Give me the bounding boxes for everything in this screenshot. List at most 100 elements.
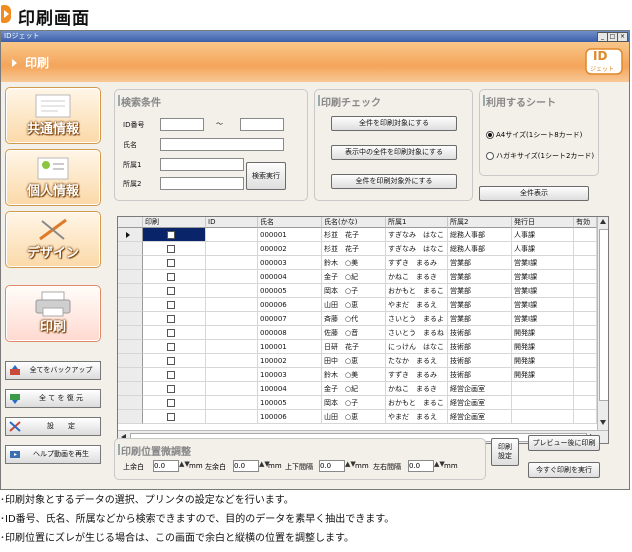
cell-issue-date[interactable]: 開発課 [512, 340, 574, 354]
cell-name[interactable]: 100006 [258, 410, 322, 424]
nav-design[interactable]: デザイン [5, 211, 101, 268]
cell-dept1[interactable]: すぎなみ はなこ [386, 242, 448, 256]
table-row[interactable]: 100003 鈴木 ○美 すずき まるみ 技術部 開発課 [118, 368, 597, 382]
cell-dept2[interactable]: 営業部 [448, 298, 512, 312]
cell-kana[interactable]: 金子 ○紀 [322, 270, 386, 284]
print-checkbox[interactable] [167, 413, 175, 421]
cell-name[interactable]: 100004 [258, 382, 322, 396]
table-row[interactable]: 000002 杉並 花子 すぎなみ はなこ 総務人事部 人事課 [118, 242, 597, 256]
cell-print[interactable] [143, 326, 206, 340]
cell-id[interactable] [206, 270, 258, 284]
cell-dept1[interactable]: やまだ まるえ [386, 410, 448, 424]
row-header[interactable] [118, 354, 143, 368]
table-row[interactable]: 000004 金子 ○紀 かねこ まるき 営業部 営業Ⅰ課 [118, 270, 597, 284]
cell-issue-date[interactable]: 開発課 [512, 326, 574, 340]
print-checkbox[interactable] [167, 287, 175, 295]
cell-id[interactable] [206, 368, 258, 382]
cell-name[interactable]: 000001 [258, 228, 322, 242]
cell-name[interactable]: 000002 [258, 242, 322, 256]
cell-name[interactable]: 100002 [258, 354, 322, 368]
cell-dept1[interactable]: やまだ まるえ [386, 298, 448, 312]
cell-valid[interactable] [574, 228, 597, 242]
cell-dept2[interactable]: 経営企画室 [448, 382, 512, 396]
print-checkbox[interactable] [167, 259, 175, 267]
a4-radio[interactable] [486, 131, 494, 139]
cell-dept2[interactable]: 営業部 [448, 270, 512, 284]
table-row[interactable]: 000008 佐藤 ○音 さいとう まるね 技術部 開発課 [118, 326, 597, 340]
print-checkbox[interactable] [167, 385, 175, 393]
cell-name[interactable]: 000008 [258, 326, 322, 340]
preview-print-button[interactable]: プレビュー後に印刷 [528, 435, 600, 451]
cell-dept1[interactable]: かねこ まるき [386, 270, 448, 284]
cell-issue-date[interactable]: 開発課 [512, 354, 574, 368]
print-checkbox[interactable] [167, 329, 175, 337]
cell-kana[interactable]: 岡本 ○子 [322, 284, 386, 298]
restore-all-button[interactable]: 全 て を 復 元 [5, 389, 101, 408]
cell-kana[interactable]: 田中 ○恵 [322, 354, 386, 368]
cell-id[interactable] [206, 340, 258, 354]
cell-print[interactable] [143, 270, 206, 284]
cell-issue-date[interactable]: 営業Ⅰ課 [512, 270, 574, 284]
print-checkbox[interactable] [167, 357, 175, 365]
cell-kana[interactable]: 佐藤 ○音 [322, 326, 386, 340]
search-run-button[interactable]: 検索実行 [246, 162, 286, 190]
cell-id[interactable] [206, 396, 258, 410]
print-checkbox[interactable] [167, 273, 175, 281]
nav-personal-info[interactable]: 個人情報 [5, 149, 101, 206]
cell-id[interactable] [206, 242, 258, 256]
cell-kana[interactable]: 杉並 花子 [322, 242, 386, 256]
hgap-input[interactable]: 0.0 [408, 460, 434, 472]
cell-dept2[interactable]: 営業部 [448, 312, 512, 326]
print-settings-button[interactable]: 印刷 設定 [491, 438, 519, 466]
cell-id[interactable] [206, 284, 258, 298]
cell-print[interactable] [143, 340, 206, 354]
vertical-scrollbar[interactable] [597, 217, 608, 430]
cell-issue-date[interactable] [512, 382, 574, 396]
cell-valid[interactable] [574, 410, 597, 424]
cell-kana[interactable]: 鈴木 ○美 [322, 368, 386, 382]
cell-dept1[interactable]: たなか まるえ [386, 354, 448, 368]
table-row[interactable]: 100004 金子 ○紀 かねこ まるき 経営企画室 [118, 382, 597, 396]
cell-dept2[interactable]: 経営企画室 [448, 410, 512, 424]
left-margin-input[interactable]: 0.0 [233, 460, 259, 472]
cell-dept1[interactable]: すずき まるみ [386, 368, 448, 382]
table-row[interactable]: 000005 岡本 ○子 おかもと まるこ 営業部 営業Ⅰ課 [118, 284, 597, 298]
cell-print[interactable] [143, 256, 206, 270]
cell-print[interactable] [143, 410, 206, 424]
print-now-button[interactable]: 今すぐ印刷を実行 [528, 462, 600, 478]
table-row[interactable]: 100006 山田 ○恵 やまだ まるえ 経営企画室 [118, 410, 597, 424]
col-header-valid[interactable]: 有効 [574, 217, 597, 228]
cell-issue-date[interactable]: 営業Ⅰ課 [512, 298, 574, 312]
table-row[interactable]: 000007 斉藤 ○代 さいとう まるよ 営業部 営業Ⅰ課 [118, 312, 597, 326]
cell-dept1[interactable]: にっけん はなこ [386, 340, 448, 354]
cell-kana[interactable]: 鈴木 ○美 [322, 256, 386, 270]
nav-print[interactable]: 印刷 [5, 285, 101, 342]
close-button[interactable]: × [617, 32, 628, 42]
cell-kana[interactable]: 斉藤 ○代 [322, 312, 386, 326]
cell-valid[interactable] [574, 382, 597, 396]
cell-kana[interactable]: 日研 花子 [322, 340, 386, 354]
cell-valid[interactable] [574, 326, 597, 340]
print-checkbox[interactable] [167, 343, 175, 351]
row-header[interactable] [118, 368, 143, 382]
postcard-radio[interactable] [486, 152, 494, 160]
cell-print[interactable] [143, 368, 206, 382]
cell-valid[interactable] [574, 270, 597, 284]
cell-dept2[interactable]: 技術部 [448, 354, 512, 368]
cell-dept2[interactable]: 総務人事部 [448, 242, 512, 256]
cell-kana[interactable]: 山田 ○恵 [322, 410, 386, 424]
scroll-thumb[interactable] [599, 229, 608, 401]
cell-valid[interactable] [574, 396, 597, 410]
table-row[interactable]: 000006 山田 ○恵 やまだ まるえ 営業部 営業Ⅰ課 [118, 298, 597, 312]
cell-id[interactable] [206, 256, 258, 270]
unmark-all-print-button[interactable]: 全件を印刷対象外にする [331, 174, 457, 189]
cell-issue-date[interactable]: 営業Ⅰ課 [512, 256, 574, 270]
cell-id[interactable] [206, 312, 258, 326]
col-header-dept2[interactable]: 所属2 [448, 217, 512, 228]
cell-kana[interactable]: 金子 ○紀 [322, 382, 386, 396]
cell-dept1[interactable]: さいとう まるね [386, 326, 448, 340]
cell-dept1[interactable]: すずき まるみ [386, 256, 448, 270]
cell-issue-date[interactable] [512, 396, 574, 410]
help-video-button[interactable]: ヘルプ動画を再生 [5, 445, 101, 464]
table-row[interactable]: 100005 岡本 ○子 おかもと まるこ 経営企画室 [118, 396, 597, 410]
